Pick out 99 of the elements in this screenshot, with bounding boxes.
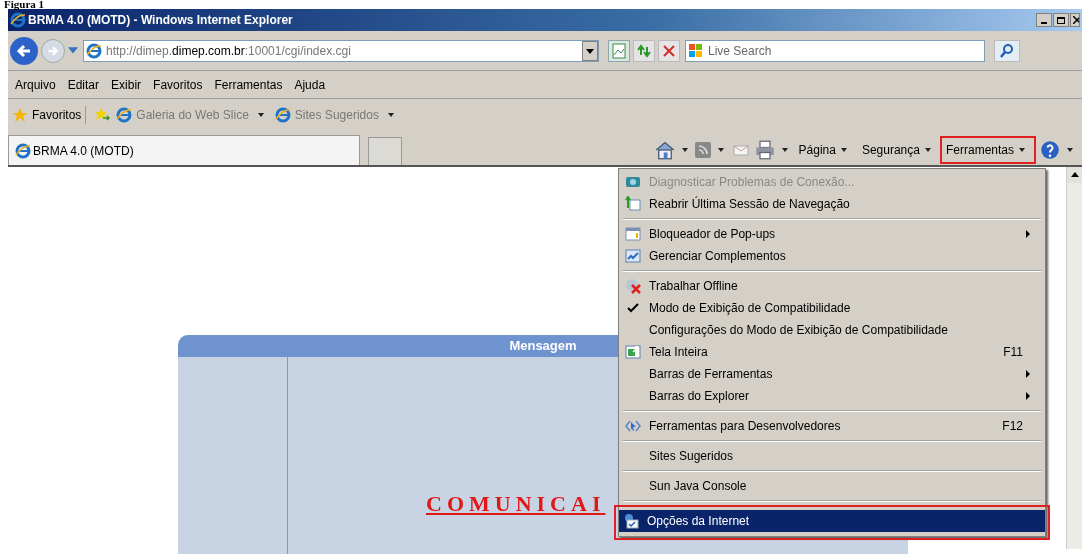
caret-icon[interactable] <box>68 46 78 55</box>
caret-icon <box>923 146 932 154</box>
code-cursor-icon <box>625 418 641 434</box>
menu-item[interactable]: Gerenciar Complementos <box>621 245 1043 267</box>
menu-item[interactable]: Reabrir Última Sessão de Navegação <box>621 193 1043 215</box>
windows-flag-icon <box>688 42 704 59</box>
menu-bar-item[interactable]: Editar <box>62 73 105 96</box>
ie-icon <box>15 142 31 159</box>
compatibility-view-button[interactable] <box>608 39 630 62</box>
menu-item[interactable]: Barras do Explorer <box>621 385 1043 407</box>
close-button[interactable] <box>1070 13 1080 27</box>
menu-item-label: Modo de Exibição de Compatibilidade <box>649 300 851 317</box>
search-button[interactable] <box>994 39 1020 62</box>
home-icon[interactable] <box>654 140 675 160</box>
caret-icon <box>780 146 789 154</box>
search-icon <box>999 42 1015 59</box>
headline: COMUNICAI <box>426 491 606 516</box>
menu-bar-item[interactable]: Ferramentas <box>209 73 288 96</box>
close-icon <box>663 44 675 57</box>
menu-item[interactable]: Sites Sugeridos <box>621 445 1043 467</box>
menu-item-label: Opções da Internet <box>647 513 750 530</box>
fullscreen-icon <box>625 344 641 360</box>
menu-item-label: Tela Inteira <box>649 344 708 361</box>
close-icon <box>1073 16 1079 24</box>
check-icon <box>627 302 639 314</box>
menu-item[interactable]: Opções da Internet <box>619 510 1045 532</box>
star-icon <box>12 107 28 123</box>
broken-page-icon <box>611 42 627 59</box>
stop-button[interactable] <box>658 39 680 62</box>
menu-item[interactable]: Ferramentas para Desenvolvedores F12 <box>621 415 1043 437</box>
menu-item[interactable]: Barras de Ferramentas <box>621 363 1043 385</box>
submenu-arrow-icon <box>1025 392 1031 400</box>
menu-bar-item[interactable]: Ajuda <box>289 73 331 96</box>
back-button[interactable] <box>10 36 38 65</box>
command-bar-item[interactable]: Segurança <box>857 138 940 162</box>
caret-icon <box>680 146 689 154</box>
menu-item-label: Sites Sugeridos <box>649 448 734 465</box>
caret-icon <box>1018 146 1026 154</box>
caret-icon <box>716 146 725 154</box>
caret-icon <box>839 146 848 154</box>
menu-item-label: Diagnosticar Problemas de Conexão... <box>649 174 855 191</box>
menu-item[interactable]: Bloqueador de Pop-ups <box>621 223 1043 245</box>
menu-item-label: Sun Java Console <box>649 478 747 495</box>
menu-item[interactable]: Configurações do Modo de Exibição de Compatibilidade <box>621 319 1043 341</box>
menu-item-label: Configurações do Modo de Exibição de Compatibilidade <box>649 322 948 339</box>
page-icon <box>274 107 291 123</box>
menu-item-label: Barras de Ferramentas <box>649 366 773 383</box>
maximize-button[interactable] <box>1053 13 1069 27</box>
menu-item[interactable]: Sun Java Console <box>621 475 1043 497</box>
popup-window-icon <box>625 226 641 242</box>
caret-icon <box>1066 146 1074 154</box>
caret-icon <box>386 111 395 119</box>
star-add-icon[interactable] <box>94 107 111 123</box>
minimize-button[interactable] <box>1036 13 1052 27</box>
window-title: BRMA 4.0 (MOTD) - Windows Internet Explorer <box>28 12 293 29</box>
page-icon <box>116 107 133 123</box>
dropdown-button[interactable] <box>582 40 598 61</box>
window-arrow-icon <box>625 196 641 212</box>
browser-tab[interactable]: BRMA 4.0 (MOTD) <box>8 135 360 165</box>
command-bar-item[interactable]: Página <box>794 138 856 162</box>
help-icon[interactable] <box>1040 140 1060 160</box>
scrollbar[interactable] <box>1066 167 1082 549</box>
caret-icon <box>256 111 265 119</box>
menu-bar-item[interactable]: Favoritos <box>148 73 208 96</box>
menu-item-label: Gerenciar Complementos <box>649 248 786 265</box>
globe-check-icon <box>623 513 639 529</box>
address-url: http://dimep.dimep.com.br:10001/cgi/index.cgi <box>106 42 351 60</box>
command-bar-item[interactable]: Ferramentas <box>941 138 1034 162</box>
caret-icon <box>586 46 594 55</box>
window-check-icon <box>625 248 641 264</box>
shortcut-label: F12 <box>1002 418 1023 435</box>
menu-bar-item[interactable]: Arquivo <box>10 73 61 96</box>
panel-title: Mensagem <box>509 337 577 356</box>
page-icon <box>86 42 102 59</box>
menu-item[interactable]: Modo de Exibição de Compatibilidade <box>621 297 1043 319</box>
ie-icon <box>10 12 26 28</box>
search-field[interactable]: Live Search <box>685 39 985 62</box>
feed-icon[interactable] <box>694 142 711 158</box>
menu-item[interactable]: Tela Inteira F11 <box>621 341 1043 363</box>
back-arrow-icon <box>16 42 32 59</box>
menu-item-label: Ferramentas para Desenvolvedores <box>649 418 841 435</box>
shortcut-label: F11 <box>1003 344 1023 361</box>
menu-item[interactable]: Trabalhar Offline <box>621 275 1043 297</box>
figure-caption: Figura 1 <box>4 0 45 9</box>
address-field[interactable]: http://dimep.dimep.com.br:10001/cgi/index.cgi <box>83 39 599 62</box>
menu-item-label: Barras do Explorer <box>649 388 750 405</box>
favorites-button[interactable]: Favoritos <box>32 106 87 124</box>
submenu-arrow-icon <box>1025 230 1031 238</box>
menu-bar-item[interactable]: Exibir <box>106 73 147 96</box>
forward-arrow-icon <box>47 44 59 57</box>
printer-icon[interactable] <box>754 140 775 160</box>
refresh-arrows-icon <box>636 42 652 59</box>
globe-cross-icon <box>625 278 641 294</box>
menu-item-label: Bloqueador de Pop-ups <box>649 226 776 243</box>
refresh-button[interactable] <box>633 39 655 62</box>
menu-item-label: Trabalhar Offline <box>649 278 738 295</box>
menu-item-label: Reabrir Última Sessão de Navegação <box>649 195 850 213</box>
submenu-arrow-icon <box>1025 370 1031 378</box>
up-arrow-icon[interactable] <box>1070 171 1079 179</box>
